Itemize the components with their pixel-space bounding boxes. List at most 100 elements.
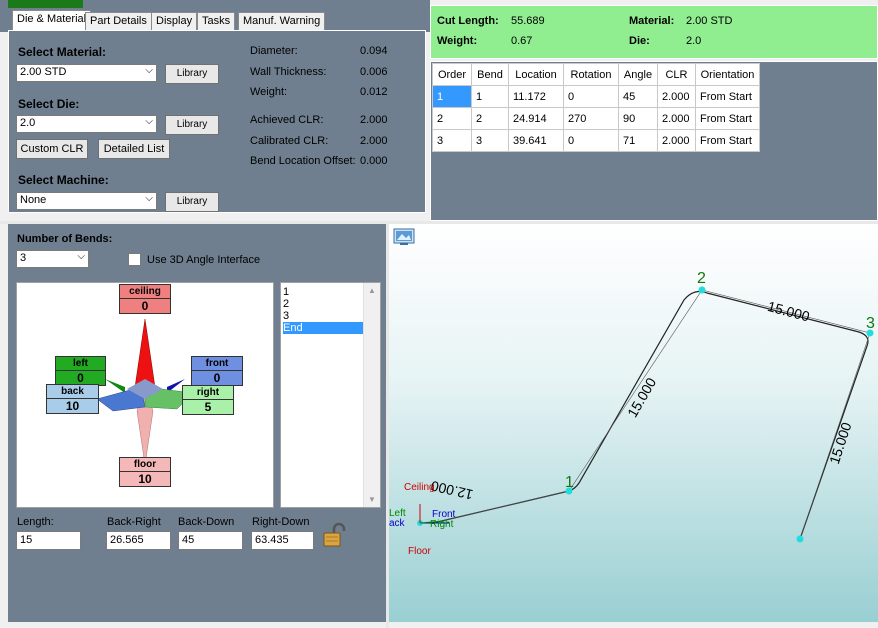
column-header[interactable]: Location (508, 63, 564, 86)
material-select[interactable]: 2.00 STD ⌵ (16, 64, 157, 82)
material-library-button[interactable]: Library (165, 64, 219, 84)
wall-thickness-label: Wall Thickness: (250, 66, 327, 78)
list-item-selected[interactable]: End (283, 322, 363, 334)
table-row[interactable]: 2 2 24.914 270 90 2.000 From Start (432, 107, 760, 130)
bend-number-1: 1 (565, 474, 574, 491)
table-cell[interactable]: 2.000 (657, 85, 696, 108)
machine-library-button[interactable]: Library (165, 192, 219, 212)
length-label: Length: (17, 516, 54, 528)
bend-list[interactable]: 1 2 3 End ▲ ▼ (280, 282, 381, 508)
list-item[interactable]: 3 (283, 310, 363, 322)
back-label: back (61, 386, 84, 397)
select-material-label: Select Material: (18, 45, 107, 59)
tab-part-details[interactable]: Part Details (85, 12, 152, 30)
select-die-label: Select Die: (18, 97, 80, 111)
table-cell[interactable]: From Start (695, 107, 760, 130)
back-right-input[interactable]: 26.565 (106, 531, 171, 550)
table-header-row: Order Bend Location Rotation Angle CLR O… (432, 63, 760, 86)
die-library-button[interactable]: Library (165, 115, 219, 135)
ceiling-spike (134, 318, 156, 388)
achieved-clr-value: 2.000 (360, 114, 388, 126)
bend-offset-label: Bend Location Offset: (250, 155, 356, 167)
tab-display[interactable]: Display (151, 12, 198, 30)
tab-tasks[interactable]: Tasks (197, 12, 236, 30)
right-box[interactable]: right 5 (182, 385, 234, 415)
left-box[interactable]: left 0 (55, 356, 106, 386)
table-cell[interactable]: 39.641 (508, 129, 564, 152)
ceiling-box[interactable]: ceiling 0 (119, 284, 171, 314)
use-3d-angle-label: Use 3D Angle Interface (147, 254, 261, 266)
table-cell[interactable]: 2 (471, 107, 509, 130)
table-row[interactable]: 1 1 11.172 0 45 2.000 From Start (432, 85, 760, 108)
table-cell[interactable]: 11.172 (508, 85, 564, 108)
die-summary-label: Die: (629, 35, 650, 47)
weight-summary-value: 0.67 (511, 35, 533, 47)
table-cell[interactable]: 1 (432, 85, 472, 108)
back-box[interactable]: back 10 (46, 384, 99, 414)
wall-thickness-value: 0.006 (360, 66, 388, 78)
list-item[interactable]: 2 (283, 298, 363, 310)
weight-label: Weight: (250, 86, 288, 98)
machine-select[interactable]: None ⌵ (16, 192, 157, 210)
table-cell[interactable]: 45 (618, 85, 658, 108)
table-cell[interactable]: From Start (695, 129, 760, 152)
cut-length-value: 55.689 (511, 15, 545, 27)
chevron-down-icon: ⌵ (145, 193, 153, 204)
column-header[interactable]: Bend (471, 63, 509, 86)
length-input[interactable]: 15 (16, 531, 81, 550)
bend-table-panel: Order Bend Location Rotation Angle CLR O… (430, 61, 878, 221)
detailed-list-button[interactable]: Detailed List (98, 139, 170, 159)
tube-path (417, 286, 874, 543)
calibrated-clr-value: 2.000 (360, 135, 388, 147)
table-cell[interactable]: From Start (695, 85, 760, 108)
table-cell[interactable]: 3 (432, 129, 472, 152)
table-cell[interactable]: 2 (432, 107, 472, 130)
table-cell[interactable]: 2.000 (657, 107, 696, 130)
status-strip (8, 0, 83, 8)
die-material-panel: Select Material: 2.00 STD ⌵ Library Sele… (8, 30, 426, 213)
scroll-up-icon[interactable]: ▲ (368, 286, 376, 295)
table-row[interactable]: 3 3 39.641 0 71 2.000 From Start (432, 129, 760, 152)
column-header[interactable]: Angle (618, 63, 658, 86)
list-scrollbar[interactable]: ▲ ▼ (363, 283, 380, 507)
number-of-bends-select[interactable]: 3 ⌵ (16, 250, 89, 268)
back-value: 10 (47, 398, 98, 413)
floor-box[interactable]: floor 10 (119, 457, 171, 487)
ceiling-label: ceiling (129, 286, 161, 297)
custom-clr-button[interactable]: Custom CLR (16, 139, 88, 159)
column-header[interactable]: CLR (657, 63, 696, 86)
table-cell[interactable]: 24.914 (508, 107, 564, 130)
lock-icon[interactable] (322, 522, 348, 548)
table-cell[interactable]: 1 (471, 85, 509, 108)
tab-manuf-warning[interactable]: Manuf. Warning (238, 12, 326, 30)
right-down-input[interactable]: 63.435 (251, 531, 314, 550)
list-item[interactable]: 1 (283, 286, 363, 298)
table-cell[interactable]: 270 (563, 107, 619, 130)
table-cell[interactable]: 0 (563, 85, 619, 108)
angle-compass[interactable]: ceiling 0 left 0 front 0 back 10 right 5… (16, 282, 274, 508)
column-header[interactable]: Order (432, 63, 472, 86)
bend-table: Order Bend Location Rotation Angle CLR O… (432, 63, 760, 152)
diameter-label: Diameter: (250, 45, 298, 57)
table-cell[interactable]: 71 (618, 129, 658, 152)
back-down-input[interactable]: 45 (178, 531, 243, 550)
front-value: 0 (192, 370, 242, 385)
table-cell[interactable]: 2.000 (657, 129, 696, 152)
left-spike (105, 379, 125, 393)
table-cell[interactable]: 0 (563, 129, 619, 152)
use-3d-angle-checkbox[interactable] (128, 253, 141, 266)
table-cell[interactable]: 3 (471, 129, 509, 152)
material-summary-value: 2.00 STD (686, 15, 733, 27)
tab-die-material[interactable]: Die & Material (12, 10, 92, 32)
column-header[interactable]: Rotation (563, 63, 619, 86)
table-cell[interactable]: 90 (618, 107, 658, 130)
left-label: left (73, 358, 88, 369)
die-select[interactable]: 2.0 ⌵ (16, 115, 157, 133)
weight-summary-label: Weight: (437, 35, 478, 47)
scroll-down-icon[interactable]: ▼ (368, 495, 376, 504)
tube-viewer[interactable]: 12.000 15.000 15.000 15.000 1 2 3 Ceilin… (389, 224, 878, 622)
bends-panel: Number of Bends: 3 ⌵ Use 3D Angle Interf… (8, 224, 386, 622)
front-box[interactable]: front 0 (191, 356, 243, 386)
column-header[interactable]: Orientation (695, 63, 760, 86)
bend-number-2: 2 (697, 270, 706, 287)
